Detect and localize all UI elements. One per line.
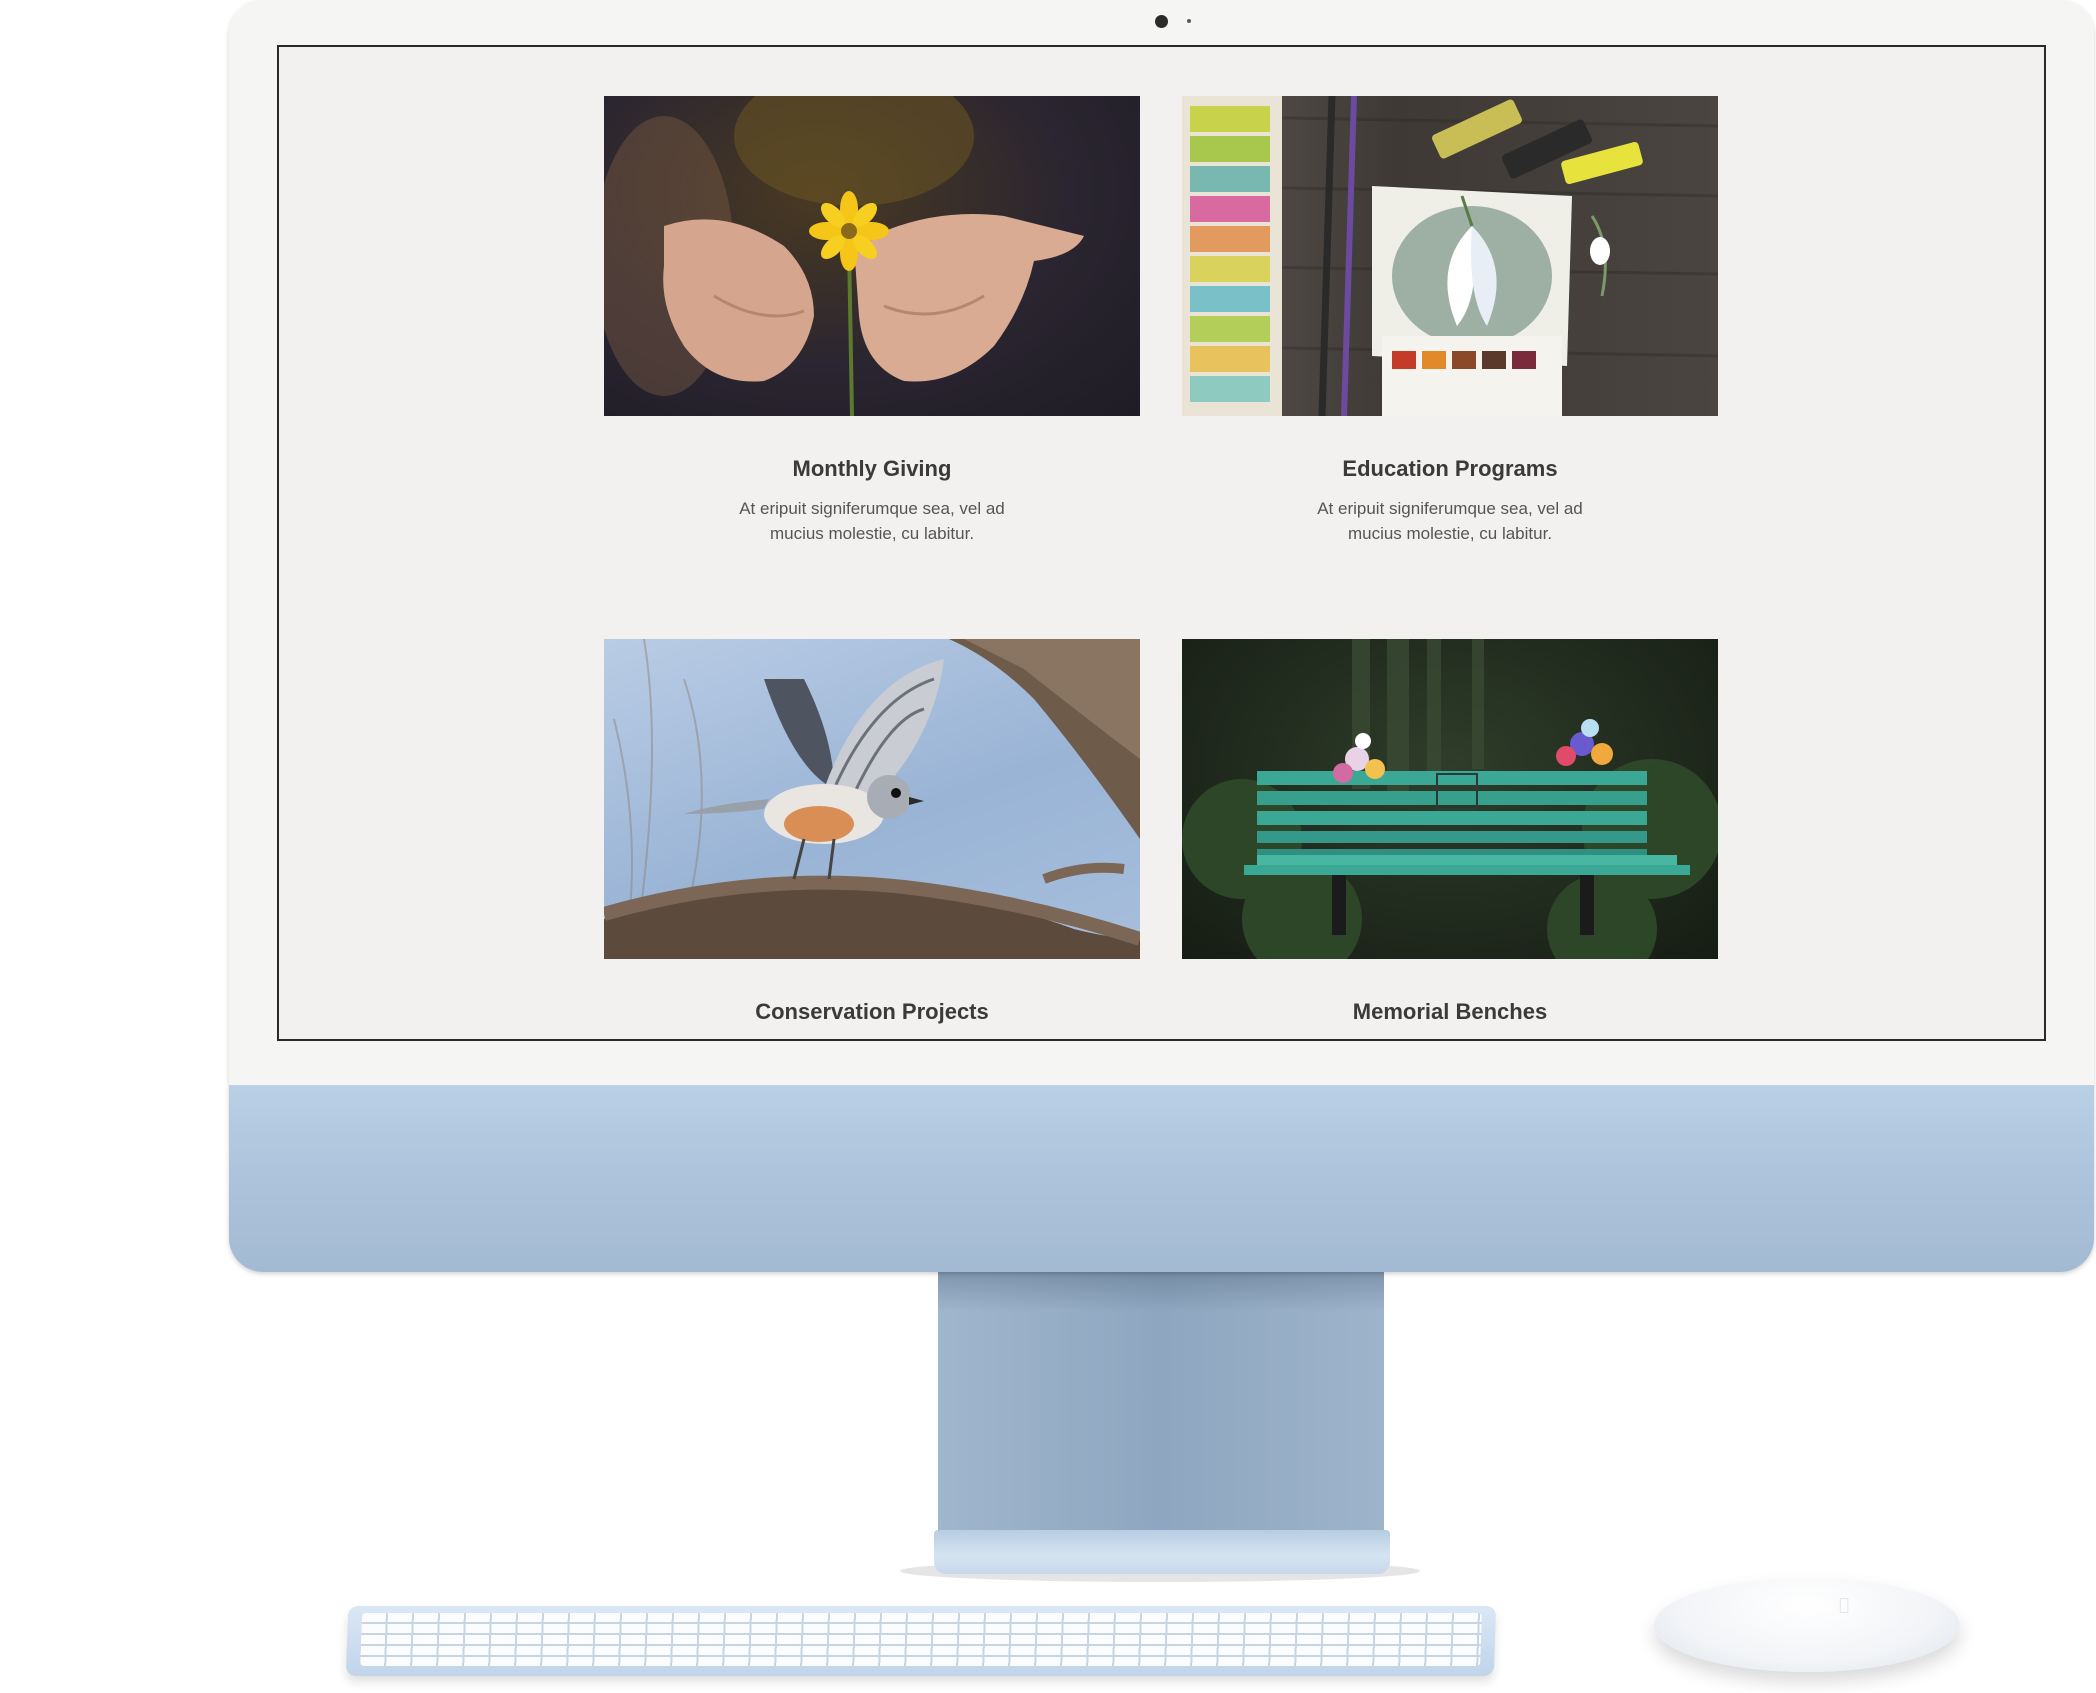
bird-in-flight-photo xyxy=(604,639,1140,959)
card-title[interactable]: Memorial Benches xyxy=(1182,999,1718,1025)
hands-holding-flower-photo xyxy=(604,96,1140,416)
bird-illustration xyxy=(604,639,1140,959)
hands-illustration xyxy=(604,96,1084,416)
stand-foot xyxy=(934,1530,1390,1574)
screen[interactable]: Monthly Giving At eripuit signiferumque … xyxy=(277,45,2046,1041)
monitor-chin xyxy=(229,1085,2094,1272)
card-title[interactable]: Education Programs xyxy=(1182,456,1718,482)
card-memorial-benches[interactable]: Memorial Benches xyxy=(1182,639,1718,1024)
watercolor-illustration xyxy=(1182,96,1718,416)
card-title[interactable]: Monthly Giving xyxy=(604,456,1140,482)
bench-illustration xyxy=(1182,639,1718,959)
keyboard xyxy=(345,1606,1497,1676)
monitor: Monthly Giving At eripuit signiferumque … xyxy=(229,0,2094,1272)
card-description: At eripuit signiferumque sea, vel ad muc… xyxy=(739,499,1005,543)
camera-icon xyxy=(1155,15,1168,28)
watercolor-painting-photo xyxy=(1182,96,1718,416)
mouse xyxy=(1654,1578,1960,1672)
device-mockup: Monthly Giving At eripuit signiferumque … xyxy=(0,0,2096,1693)
monitor-stand xyxy=(938,1272,1384,1540)
card-monthly-giving[interactable]: Monthly Giving At eripuit signiferumque … xyxy=(604,96,1140,543)
card-description: At eripuit signiferumque sea, vel ad muc… xyxy=(1317,499,1583,543)
card-education-programs[interactable]: Education Programs At eripuit signiferum… xyxy=(1182,96,1718,543)
camera-indicator xyxy=(1187,19,1191,23)
keyboard-keys xyxy=(360,1613,1482,1666)
apple-logo-icon:  xyxy=(1836,1596,1852,1614)
monitor-bezel: Monthly Giving At eripuit signiferumque … xyxy=(229,0,2094,1085)
card-conservation-projects[interactable]: Conservation Projects xyxy=(604,639,1140,1024)
stand-shade xyxy=(938,1272,1384,1312)
memorial-bench-photo xyxy=(1182,639,1718,959)
card-title[interactable]: Conservation Projects xyxy=(604,999,1140,1025)
